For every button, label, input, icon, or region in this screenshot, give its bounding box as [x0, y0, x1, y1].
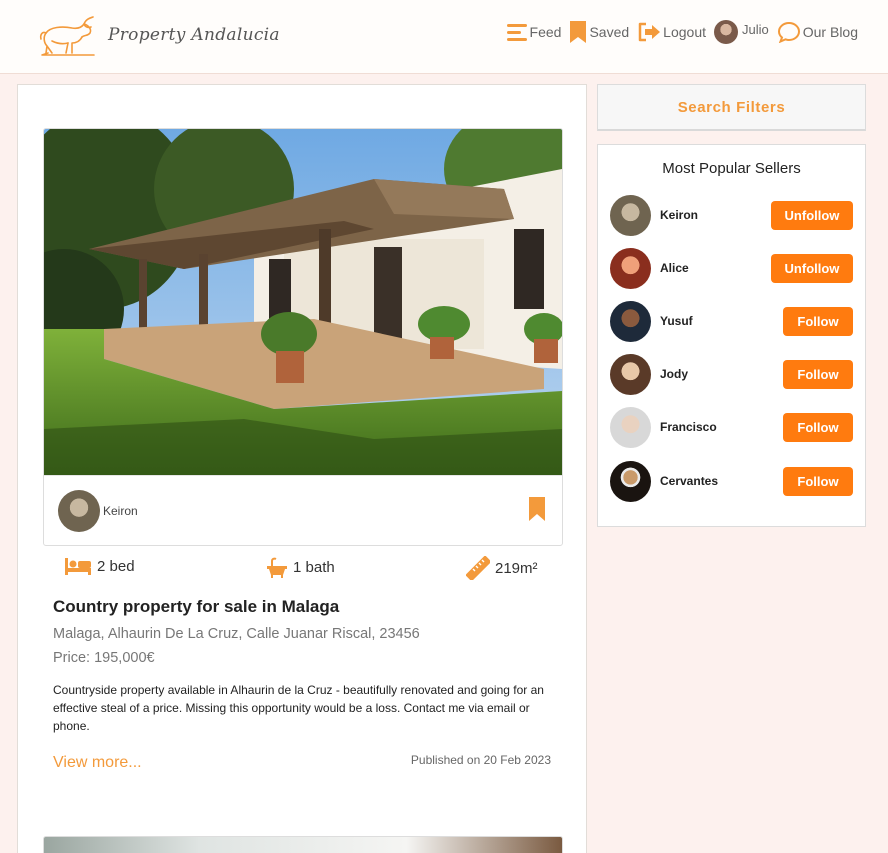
brand-name: Property Andalucia	[108, 25, 280, 45]
bed-icon	[65, 558, 91, 575]
area-spec: 219m²	[466, 556, 538, 580]
navbar: Property Andalucia Feed Saved Logout Jul…	[0, 0, 888, 74]
beds-label: 2 bed	[97, 557, 135, 575]
nav-blog-label: Our Blog	[802, 24, 858, 40]
follow-button[interactable]: Follow	[783, 360, 853, 389]
brand-logo[interactable]: Property Andalucia	[38, 13, 280, 57]
nav-saved-label: Saved	[589, 24, 630, 40]
bull-icon	[39, 16, 95, 56]
property-specs: 2 bed 1 bath 219m²	[64, 556, 554, 582]
follow-button[interactable]: Follow	[783, 467, 853, 496]
nav-feed[interactable]: Feed	[506, 22, 562, 42]
seller-avatar[interactable]	[610, 354, 651, 395]
nav-profile[interactable]: Julio	[714, 20, 769, 44]
follow-button[interactable]: Follow	[783, 307, 853, 336]
logout-icon	[638, 22, 661, 42]
post-footer: Keiron	[44, 475, 562, 545]
seller-avatar[interactable]	[610, 248, 651, 289]
next-property-photo[interactable]	[43, 836, 563, 853]
search-filters-button[interactable]: Search Filters	[597, 84, 866, 131]
bookmark-icon[interactable]	[528, 496, 546, 522]
main-nav: Feed Saved Logout Julio Our Blog	[498, 20, 858, 44]
seller-name[interactable]: Keiron	[660, 208, 698, 222]
seller-avatar[interactable]	[610, 407, 651, 448]
popular-sellers-panel: Most Popular Sellers Keiron Unfollow Ali…	[597, 144, 866, 527]
menu-icon	[506, 24, 527, 41]
seller-avatar	[58, 490, 100, 532]
nav-logout-label: Logout	[663, 24, 706, 40]
seller-name[interactable]: Francisco	[660, 420, 717, 434]
bookmark-icon	[570, 21, 587, 43]
seller-row: Alice Unfollow	[610, 248, 855, 290]
avatar	[714, 20, 738, 44]
property-price: Price: 195,000€	[53, 650, 155, 666]
seller-row: Keiron Unfollow	[610, 195, 855, 237]
nav-saved[interactable]: Saved	[569, 20, 629, 44]
seller-name[interactable]: Alice	[660, 261, 689, 275]
nav-logout[interactable]: Logout	[637, 22, 706, 42]
ruler-icon	[466, 556, 490, 580]
nav-feed-label: Feed	[529, 24, 562, 40]
property-title: Country property for sale in Malaga	[53, 597, 340, 616]
seller-avatar[interactable]	[610, 301, 651, 342]
seller-name[interactable]: Jody	[660, 367, 688, 381]
nav-username: Julio	[742, 21, 769, 37]
search-filters-label: Search Filters	[677, 98, 786, 116]
beds-spec: 2 bed	[64, 556, 135, 576]
seller-avatar[interactable]	[610, 461, 651, 502]
view-more-link[interactable]: View more...	[53, 754, 142, 772]
property-photo-card: Keiron	[43, 128, 563, 546]
baths-label: 1 bath	[293, 558, 335, 576]
seller-name[interactable]: Yusuf	[660, 314, 693, 328]
popular-sellers-title: Most Popular Sellers	[662, 160, 801, 177]
property-post-card: Keiron	[17, 84, 587, 853]
unfollow-button[interactable]: Unfollow	[771, 201, 853, 230]
post-seller[interactable]: Keiron	[58, 490, 138, 532]
seller-row: Yusuf Follow	[610, 301, 855, 343]
property-image	[44, 129, 562, 475]
property-photo[interactable]	[44, 129, 562, 475]
area-label: 219m²	[495, 559, 538, 577]
seller-avatar[interactable]	[610, 195, 651, 236]
baths-spec: 1 bath	[266, 556, 335, 578]
unfollow-button[interactable]: Unfollow	[771, 254, 853, 283]
property-address: Malaga, Alhaurin De La Cruz, Calle Juana…	[53, 626, 420, 642]
seller-name[interactable]: Cervantes	[660, 474, 718, 488]
post-seller-name: Keiron	[103, 504, 138, 518]
chat-bubble-icon	[777, 21, 800, 43]
property-description: Countryside property available in Alhaur…	[53, 683, 544, 733]
published-date: Published on 20 Feb 2023	[410, 753, 551, 767]
bath-icon	[267, 557, 287, 578]
seller-row: Francisco Follow	[610, 407, 855, 449]
nav-blog[interactable]: Our Blog	[777, 21, 858, 43]
seller-row: Jody Follow	[610, 354, 855, 396]
follow-button[interactable]: Follow	[783, 413, 853, 442]
seller-row: Cervantes Follow	[610, 461, 855, 503]
